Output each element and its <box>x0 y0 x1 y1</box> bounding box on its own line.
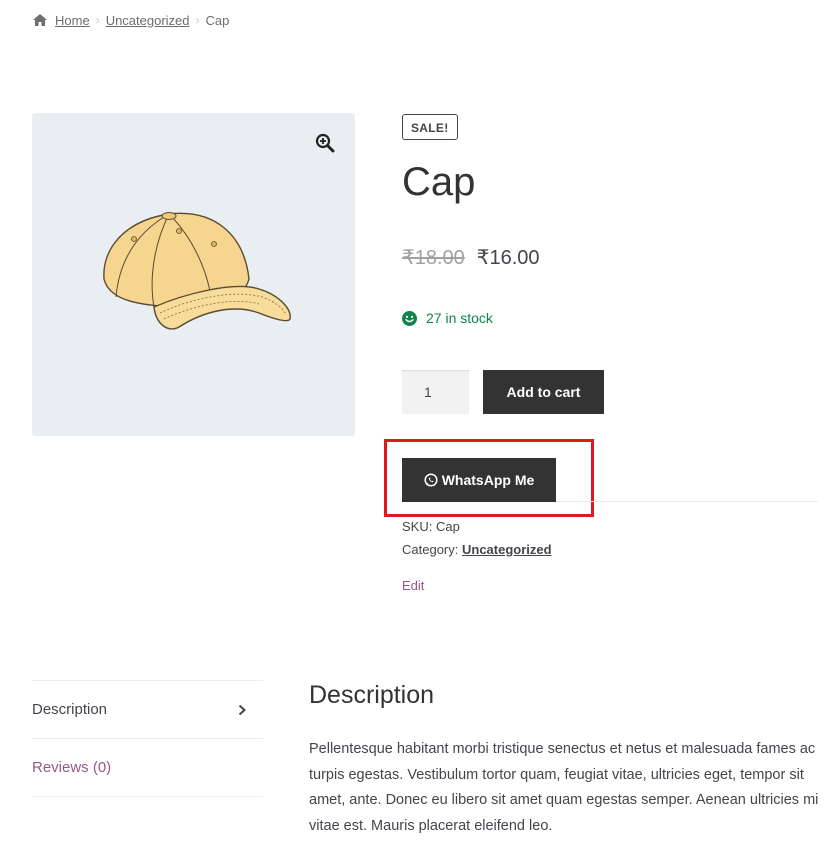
smiley-icon <box>402 310 417 326</box>
home-icon <box>33 14 47 26</box>
breadcrumb-category-link[interactable]: Uncategorized <box>106 13 190 28</box>
breadcrumb-separator: › <box>195 13 200 27</box>
description-text: Pellentesque habitant morbi tristique se… <box>309 741 819 834</box>
chevron-right-icon <box>238 704 246 715</box>
sku-label: SKU: <box>402 519 433 534</box>
breadcrumb-home-link[interactable]: Home <box>55 13 90 28</box>
add-to-cart-button[interactable]: Add to cart <box>483 370 604 414</box>
regular-price: ₹18.00 <box>402 247 465 269</box>
product-category: Category: Uncategorized <box>402 542 552 557</box>
tab-label: Description <box>32 701 108 718</box>
sale-badge: SALE! <box>402 114 458 140</box>
tab-label: Reviews (0) <box>32 759 112 776</box>
breadcrumb-separator: › <box>95 13 100 27</box>
whatsapp-label: WhatsApp Me <box>441 472 535 488</box>
tab-description[interactable]: Description <box>32 681 263 738</box>
category-link[interactable]: Uncategorized <box>462 542 552 557</box>
category-label: Category: <box>402 542 459 557</box>
quantity-input[interactable] <box>402 370 469 414</box>
breadcrumb: Home › Uncategorized › Cap <box>32 11 229 29</box>
product-gallery[interactable] <box>32 113 355 436</box>
product-price: ₹18.00 ₹16.00 <box>402 245 540 271</box>
product-sku: SKU: Cap <box>402 519 460 534</box>
whatsapp-button[interactable]: WhatsApp Me <box>402 458 556 502</box>
divider <box>32 796 263 797</box>
breadcrumb-current: Cap <box>205 12 230 28</box>
description-heading: Description <box>309 681 435 709</box>
product-tabs: Description Reviews (0) <box>32 680 263 797</box>
tab-reviews[interactable]: Reviews (0) <box>32 739 263 796</box>
zoom-in-icon[interactable] <box>315 133 335 153</box>
sale-price: ₹16.00 <box>476 247 540 269</box>
product-title: Cap <box>402 160 476 204</box>
whatsapp-icon <box>424 473 438 487</box>
product-image-cap <box>103 212 291 330</box>
sku-value: Cap <box>435 519 460 534</box>
stock-text: 27 in stock <box>426 310 493 326</box>
edit-link[interactable]: Edit <box>402 578 424 593</box>
stock-status: 27 in stock <box>402 310 493 326</box>
